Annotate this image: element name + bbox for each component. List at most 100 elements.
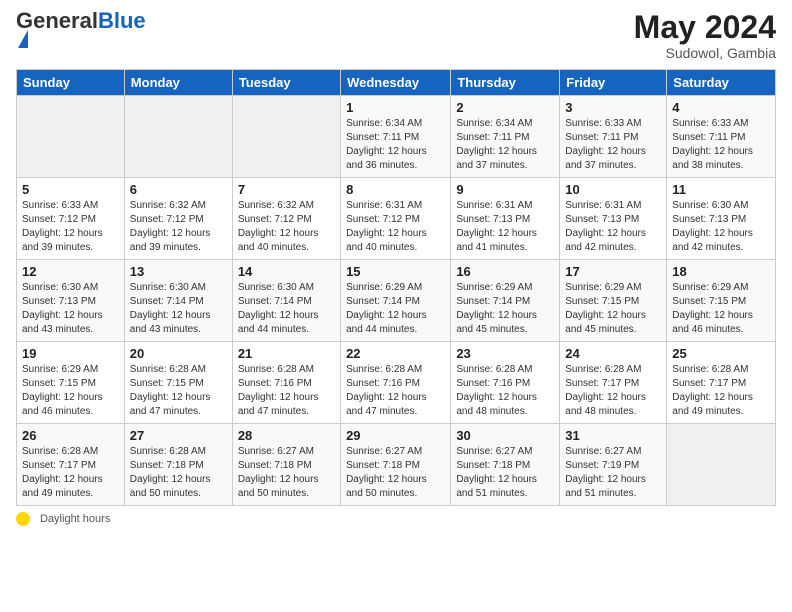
weekday-header-monday: Monday [124,70,232,96]
day-info: Sunrise: 6:28 AM Sunset: 7:16 PM Dayligh… [238,363,335,419]
day-number: 30 [456,428,554,443]
day-number: 24 [565,346,661,361]
weekday-header-sunday: Sunday [17,70,125,96]
calendar-cell: 3 Sunrise: 6:33 AM Sunset: 7:11 PM Daylig… [560,96,667,178]
day-info: Sunrise: 6:30 AM Sunset: 7:14 PM Dayligh… [238,281,335,337]
weekday-header-wednesday: Wednesday [341,70,451,96]
calendar-cell: 4 Sunrise: 6:33 AM Sunset: 7:11 PM Daylig… [667,96,776,178]
day-info: Sunrise: 6:27 AM Sunset: 7:18 PM Dayligh… [346,445,445,501]
day-info: Sunrise: 6:27 AM Sunset: 7:18 PM Dayligh… [456,445,554,501]
day-info: Sunrise: 6:30 AM Sunset: 7:13 PM Dayligh… [22,281,119,337]
week-row-0: 1Sunrise: 6:34 AM Sunset: 7:11 PM Daylig… [17,96,776,178]
day-number: 1 [346,100,445,115]
calendar-cell: 23Sunrise: 6:28 AM Sunset: 7:16 PM Dayli… [451,342,560,424]
calendar-cell [232,96,340,178]
page: GeneralBlue May 2024 Sudowol, Gambia Sun… [0,0,792,612]
day-number: 16 [456,264,554,279]
weekday-header-row: SundayMondayTuesdayWednesdayThursdayFrid… [17,70,776,96]
day-info: Sunrise: 6:28 AM Sunset: 7:15 PM Dayligh… [130,363,227,419]
daylight-label: Daylight hours [40,513,110,525]
day-info: Sunrise: 6:28 AM Sunset: 7:17 PM Dayligh… [565,363,661,419]
calendar-cell: 30 Sunrise: 6:27 AM Sunset: 7:18 PM Dayli… [451,424,560,506]
day-info: Sunrise: 6:29 AM Sunset: 7:15 PM Dayligh… [22,363,119,419]
week-row-1: 5 Sunrise: 6:33 AM Sunset: 7:12 PM Daylig… [17,178,776,260]
day-number: 4 [672,100,770,115]
day-number: 20 [130,346,227,361]
day-number: 13 [130,264,227,279]
calendar-cell: 20 Sunrise: 6:28 AM Sunset: 7:15 PM Dayli… [124,342,232,424]
day-info: Sunrise: 6:29 AM Sunset: 7:15 PM Dayligh… [672,281,770,337]
calendar-cell: 5 Sunrise: 6:33 AM Sunset: 7:12 PM Daylig… [17,178,125,260]
calendar-cell: 19Sunrise: 6:29 AM Sunset: 7:15 PM Dayli… [17,342,125,424]
calendar-cell: 2Sunrise: 6:34 AM Sunset: 7:11 PM Daylig… [451,96,560,178]
calendar-cell: 14 Sunrise: 6:30 AM Sunset: 7:14 PM Dayli… [232,260,340,342]
day-number: 21 [238,346,335,361]
day-number: 10 [565,182,661,197]
title-block: May 2024 Sudowol, Gambia [634,10,776,61]
day-number: 14 [238,264,335,279]
day-number: 3 [565,100,661,115]
day-info: Sunrise: 6:33 AM Sunset: 7:11 PM Dayligh… [672,117,770,173]
day-info: Sunrise: 6:31 AM Sunset: 7:13 PM Dayligh… [565,199,661,255]
day-number: 29 [346,428,445,443]
logo-blue: Blue [98,8,146,33]
calendar-cell: 8Sunrise: 6:31 AM Sunset: 7:12 PM Daylig… [341,178,451,260]
day-info: Sunrise: 6:29 AM Sunset: 7:15 PM Dayligh… [565,281,661,337]
weekday-header-friday: Friday [560,70,667,96]
day-number: 18 [672,264,770,279]
day-info: Sunrise: 6:33 AM Sunset: 7:12 PM Dayligh… [22,199,119,255]
calendar-cell: 25 Sunrise: 6:28 AM Sunset: 7:17 PM Dayli… [667,342,776,424]
calendar-cell: 16 Sunrise: 6:29 AM Sunset: 7:14 PM Dayli… [451,260,560,342]
logo-triangle-icon [18,30,28,48]
location: Sudowol, Gambia [634,45,776,61]
calendar-cell: 10 Sunrise: 6:31 AM Sunset: 7:13 PM Dayli… [560,178,667,260]
calendar-cell: 17 Sunrise: 6:29 AM Sunset: 7:15 PM Dayli… [560,260,667,342]
day-info: Sunrise: 6:29 AM Sunset: 7:14 PM Dayligh… [456,281,554,337]
calendar-cell: 26Sunrise: 6:28 AM Sunset: 7:17 PM Dayli… [17,424,125,506]
calendar: SundayMondayTuesdayWednesdayThursdayFrid… [16,69,776,506]
calendar-cell: 22 Sunrise: 6:28 AM Sunset: 7:16 PM Dayli… [341,342,451,424]
day-number: 7 [238,182,335,197]
calendar-cell: 12Sunrise: 6:30 AM Sunset: 7:13 PM Dayli… [17,260,125,342]
day-number: 15 [346,264,445,279]
week-row-2: 12Sunrise: 6:30 AM Sunset: 7:13 PM Dayli… [17,260,776,342]
calendar-cell: 6Sunrise: 6:32 AM Sunset: 7:12 PM Daylig… [124,178,232,260]
day-info: Sunrise: 6:28 AM Sunset: 7:17 PM Dayligh… [22,445,119,501]
month-year: May 2024 [634,10,776,45]
day-number: 5 [22,182,119,197]
calendar-cell: 15 Sunrise: 6:29 AM Sunset: 7:14 PM Dayli… [341,260,451,342]
calendar-cell: 7 Sunrise: 6:32 AM Sunset: 7:12 PM Daylig… [232,178,340,260]
day-info: Sunrise: 6:29 AM Sunset: 7:14 PM Dayligh… [346,281,445,337]
footer: Daylight hours [16,512,776,526]
weekday-header-saturday: Saturday [667,70,776,96]
sun-icon [16,512,30,526]
calendar-cell: 1Sunrise: 6:34 AM Sunset: 7:11 PM Daylig… [341,96,451,178]
day-number: 31 [565,428,661,443]
day-number: 17 [565,264,661,279]
calendar-cell [124,96,232,178]
day-info: Sunrise: 6:30 AM Sunset: 7:14 PM Dayligh… [130,281,227,337]
day-number: 22 [346,346,445,361]
calendar-cell: 18 Sunrise: 6:29 AM Sunset: 7:15 PM Dayli… [667,260,776,342]
day-number: 9 [456,182,554,197]
calendar-cell: 9 Sunrise: 6:31 AM Sunset: 7:13 PM Daylig… [451,178,560,260]
day-info: Sunrise: 6:33 AM Sunset: 7:11 PM Dayligh… [565,117,661,173]
calendar-cell [667,424,776,506]
calendar-cell: 31Sunrise: 6:27 AM Sunset: 7:19 PM Dayli… [560,424,667,506]
day-number: 25 [672,346,770,361]
logo: GeneralBlue [16,10,146,50]
day-number: 8 [346,182,445,197]
calendar-cell: 11Sunrise: 6:30 AM Sunset: 7:13 PM Dayli… [667,178,776,260]
day-info: Sunrise: 6:28 AM Sunset: 7:17 PM Dayligh… [672,363,770,419]
calendar-cell: 27Sunrise: 6:28 AM Sunset: 7:18 PM Dayli… [124,424,232,506]
header: GeneralBlue May 2024 Sudowol, Gambia [16,10,776,61]
day-info: Sunrise: 6:32 AM Sunset: 7:12 PM Dayligh… [238,199,335,255]
day-number: 27 [130,428,227,443]
day-number: 11 [672,182,770,197]
day-info: Sunrise: 6:31 AM Sunset: 7:13 PM Dayligh… [456,199,554,255]
calendar-cell: 21 Sunrise: 6:28 AM Sunset: 7:16 PM Dayli… [232,342,340,424]
week-row-4: 26Sunrise: 6:28 AM Sunset: 7:17 PM Dayli… [17,424,776,506]
day-number: 23 [456,346,554,361]
day-info: Sunrise: 6:28 AM Sunset: 7:16 PM Dayligh… [346,363,445,419]
day-info: Sunrise: 6:32 AM Sunset: 7:12 PM Dayligh… [130,199,227,255]
